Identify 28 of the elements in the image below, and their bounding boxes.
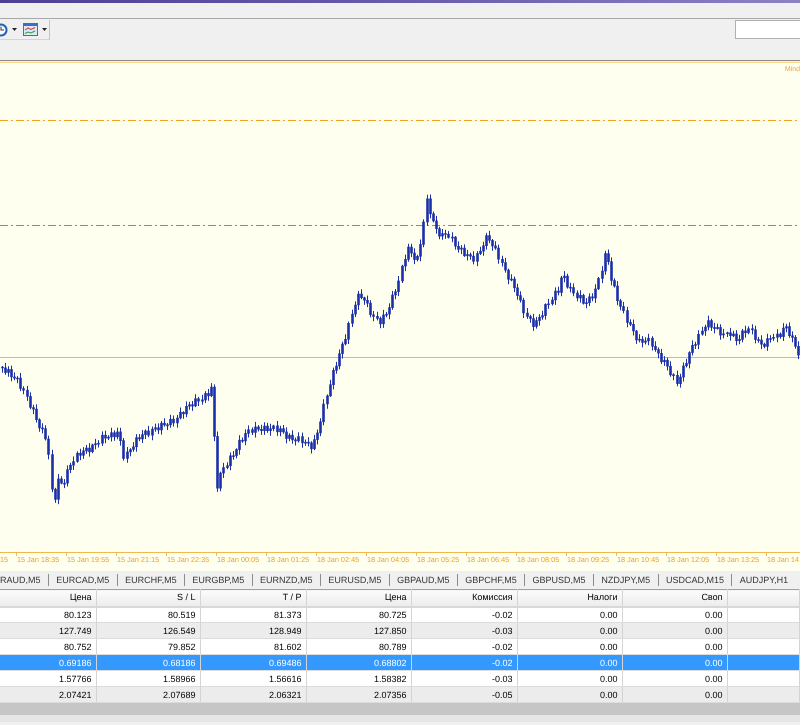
caret-icon[interactable] [42,28,47,31]
symbol-tab[interactable]: GBPUSD,M5 [525,574,594,586]
input-field[interactable] [735,20,800,39]
column-header[interactable]: Комиссия [411,590,517,606]
symbol-tab[interactable]: USDCAD,M15 [658,574,732,586]
column-header[interactable]: Своп [622,590,727,606]
table-row[interactable]: 80.752 79.852 81.602 80.789 -0.02 0.00 0.00 [0,638,800,654]
column-header[interactable]: T / P [200,590,306,606]
symbol-tab[interactable]: NZDJPY,M5 [594,574,659,586]
symbol-tab[interactable]: EURUSD,M5 [320,574,390,586]
symbol-tab[interactable]: RAUD,M5 [0,574,49,586]
column-header[interactable]: S / L [96,590,200,606]
symbol-tab[interactable]: EURCHF,M5 [118,574,185,586]
table-row[interactable]: 127.749 126.549 128.949 127.850 -0.03 0.00 0.00 [0,622,800,638]
column-header[interactable]: Налоги [517,590,622,606]
table-row[interactable]: 1.57766 1.58966 1.56616 1.58382 -0.03 0.00 0.00 [0,670,800,686]
clock-icon[interactable] [0,22,8,36]
symbol-tab[interactable]: EURCAD,M5 [48,574,118,586]
symbol-tab[interactable]: EURGBP,M5 [185,574,253,586]
caret-icon[interactable] [12,28,17,31]
symbol-tab[interactable]: EURNZD,M5 [252,574,321,586]
chart-window-icon[interactable] [23,23,38,36]
symbol-tab[interactable]: GBPCHF,M5 [458,574,526,586]
table-row[interactable]: 2.07421 2.07689 2.06321 2.07356 -0.05 0.00 0.00 [0,686,800,702]
symbol-tab[interactable]: GBPAUD,M5 [390,574,458,586]
column-header[interactable]: Цена [306,590,411,606]
symbol-tab[interactable]: AUDJPY,H1 [732,574,796,586]
column-header[interactable]: Цена [0,590,96,606]
